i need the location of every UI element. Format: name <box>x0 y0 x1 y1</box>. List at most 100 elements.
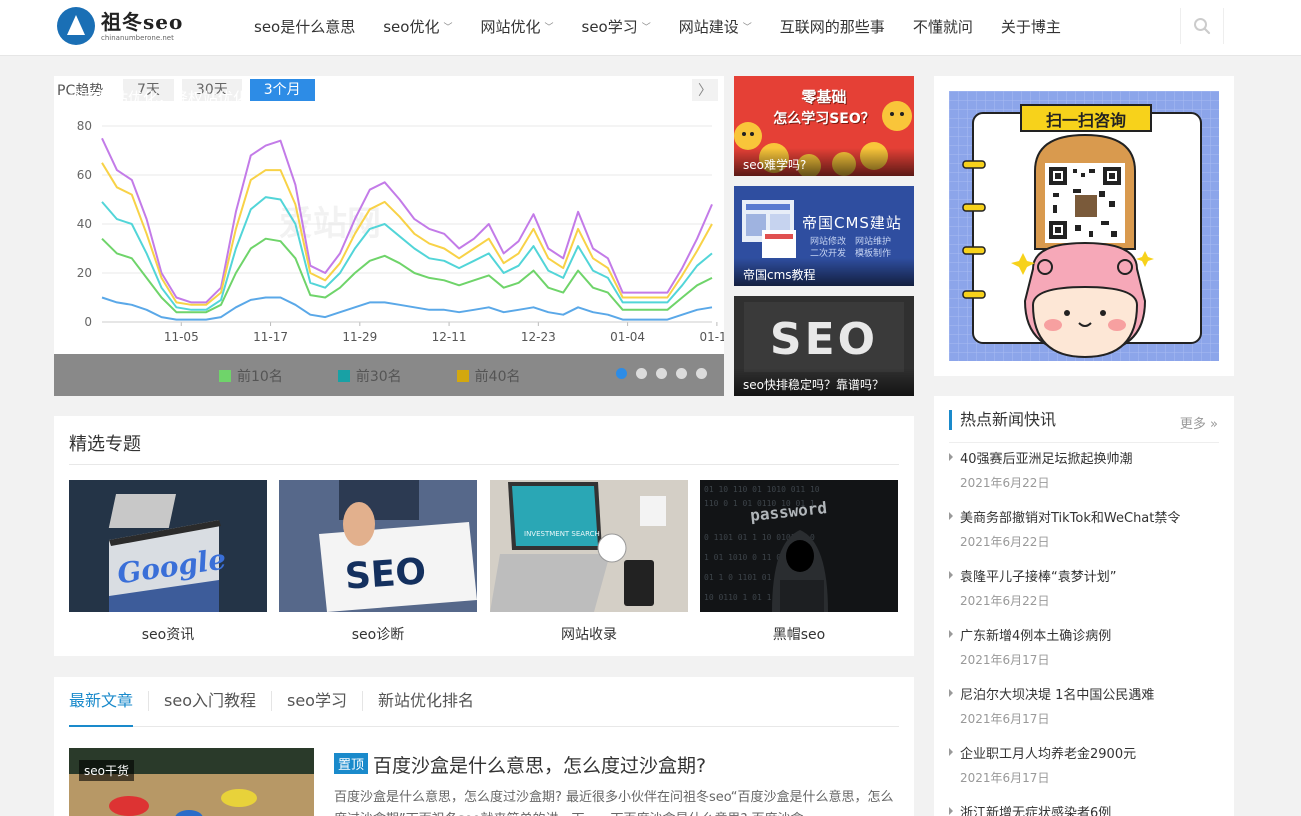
qr-background <box>949 91 1219 361</box>
nav-item-seo-learning[interactable]: seo学习 ﹀ <box>568 16 665 37</box>
article-title[interactable]: 百度沙盒是什么意思，怎么度过沙盒期? <box>373 751 706 778</box>
slider-dot-5[interactable] <box>696 368 707 379</box>
x-tick-label: 12-11 <box>432 330 467 344</box>
x-tick-label: 11-17 <box>253 330 288 344</box>
nav-item-about[interactable]: 关于博主 <box>987 16 1075 37</box>
tab-seo-learning[interactable]: seo学习 <box>272 691 363 711</box>
news-date: 2021年6月17日 <box>960 653 1050 667</box>
article-category-tag: seo干货 <box>79 760 134 781</box>
news-item[interactable]: 40强赛后亚洲足坛掀起换帅潮 2021年6月22日 <box>949 448 1219 491</box>
news-item[interactable]: 袁隆平儿子接棒“袁梦计划” 2021年6月22日 <box>949 566 1219 609</box>
news-item[interactable]: 企业职工月人均养老金2900元 2021年6月17日 <box>949 743 1219 786</box>
topic-label: 黑帽seo <box>772 627 826 643</box>
x-tick-label: 12-23 <box>521 330 556 344</box>
slider-dot-2[interactable] <box>636 368 647 379</box>
nav-item-seo-meaning[interactable]: seo是什么意思 <box>240 16 369 37</box>
chart-legend: 前10名 前30名 前40名 <box>219 366 575 386</box>
nav-item-ask[interactable]: 不懂就问 <box>899 16 987 37</box>
thumb-caption: 帝国cms教程 <box>734 258 914 286</box>
chevron-down-icon: ﹀ <box>742 22 752 33</box>
nav-item-internet[interactable]: 互联网的那些事 <box>766 16 899 37</box>
topic-art-text: INVESTMENT SEARCH <box>524 530 600 538</box>
news-date: 2021年6月17日 <box>960 771 1050 785</box>
news-headline[interactable]: 40强赛后亚洲足坛掀起换帅潮 <box>949 448 1219 467</box>
y-tick-label: 60 <box>77 168 92 182</box>
nav-item-site-optimization[interactable]: 网站优化 ﹀ <box>466 16 567 37</box>
qr-title: 扫一扫咨询 <box>1045 111 1126 130</box>
nav-item-seo-optimization[interactable]: seo优化 ﹀ <box>369 16 466 37</box>
article-excerpt: 百度沙盒是什么意思，怎么度过沙盒期? 最近很多小伙伴在问祖冬seo“百度沙盒是什… <box>334 790 894 816</box>
tab-latest[interactable]: 最新文章 <box>69 691 150 711</box>
qr-widget: 扫一扫咨询 <box>934 76 1234 376</box>
range-3-months: 3个月 <box>249 79 315 101</box>
thumb-headline: 零基础 <box>801 88 847 106</box>
topic-image: Google <box>69 480 267 612</box>
site-logo[interactable]: 祖冬seo chinanumberone.net <box>57 5 197 47</box>
featured-topics: 精选专题 Google seo资讯 SEO seo诊断 INVESTMENT S… <box>54 416 914 656</box>
trend-chart: 0 20 40 60 80 11-05 11-17 11-29 12-11 12-23 01-04 0… <box>77 119 724 344</box>
tab-new-site-ranking[interactable]: 新站优化排名 <box>363 691 489 711</box>
article-thumbnail[interactable]: seo干货 <box>69 748 314 816</box>
slider-dot-4[interactable] <box>676 368 687 379</box>
article-tabs: 最新文章 seo入门教程 seo学习 新站优化排名 <box>69 691 489 711</box>
topic-label: seo资讯 <box>141 627 195 643</box>
x-tick-label: 11-05 <box>164 330 199 344</box>
topic-image: SEO <box>279 480 477 612</box>
pinned-badge: 置顶 <box>334 753 369 774</box>
topic-image: 01 10 110 01 1010 011 10 110 0 1 01 0110… <box>700 480 898 612</box>
series-line-1 <box>101 137 713 304</box>
slider-dot-1[interactable] <box>616 368 627 379</box>
side-thumb-seo-quick[interactable]: SEO seo快排稳定吗？靠谱吗？ <box>734 296 914 396</box>
hot-news-widget: 热点新闻快讯 更多 » 40强赛后亚洲足坛掀起换帅潮 2021年6月22日 美商… <box>934 396 1234 816</box>
side-thumb-seo-hard[interactable]: 零基础 怎么学习SEO？ seo难学吗? <box>734 76 914 176</box>
news-more-link[interactable]: 更多 » <box>1180 413 1218 432</box>
chevron-down-icon: ﹀ <box>641 22 651 33</box>
legend-top10: 前10名 <box>219 366 283 386</box>
side-thumb-empire-cms[interactable]: 帝国CMS建站 网站修改 网站维护 二次开发 模板制作 帝国cms教程 <box>734 186 914 286</box>
y-tick-label: 20 <box>77 266 92 280</box>
y-tick-label: 0 <box>84 315 92 329</box>
news-date: 2021年6月22日 <box>960 535 1050 549</box>
news-headline[interactable]: 尼泊尔大坝决堤 1名中国公民遇难 <box>949 684 1219 703</box>
news-headline[interactable]: 袁隆平儿子接棒“袁梦计划” <box>949 566 1219 585</box>
thumb-caption: seo快排稳定吗？靠谱吗？ <box>734 368 914 396</box>
latest-articles: 最新文章 seo入门教程 seo学习 新站优化排名 seo干货 置顶 百度沙盒是… <box>54 677 914 816</box>
news-headline[interactable]: 美商务部撤销对TikTok和WeChat禁令 <box>949 507 1219 526</box>
logo-domain: chinanumberone.net <box>101 33 174 42</box>
series-line-2 <box>101 162 713 306</box>
x-tick-label: 01-16 <box>699 330 724 344</box>
x-tick-label: 11-29 <box>342 330 377 344</box>
legend-top40: 前40名 <box>456 366 520 386</box>
y-tick-label: 40 <box>77 217 92 231</box>
news-title: 热点新闻快讯 <box>949 410 1056 430</box>
logo-name: 祖冬seo <box>101 9 184 34</box>
news-item[interactable]: 美商务部撤销对TikTok和WeChat禁令 2021年6月22日 <box>949 507 1219 550</box>
featured-slider[interactable]: PC趋势 7天 30天 3个月 〉 爱站网 0 20 40 60 80 11-05 11-1… <box>54 76 724 396</box>
search-button[interactable] <box>1180 8 1224 44</box>
nav-item-site-building[interactable]: 网站建设 ﹀ <box>665 16 766 37</box>
news-headline[interactable]: 企业职工月人均养老金2900元 <box>949 743 1219 762</box>
topic-black-hat[interactable]: 01 10 110 01 1010 011 10 110 0 1 01 0110… <box>700 480 898 644</box>
tab-seo-intro[interactable]: seo入门教程 <box>149 691 272 711</box>
news-headline[interactable]: 浙江新增无症状感染者6例 <box>949 802 1219 816</box>
news-headline[interactable]: 广东新增4例本土确诊病例 <box>949 625 1219 644</box>
qr-illustration: 扫一扫咨询 <box>949 91 1219 361</box>
news-item[interactable]: 尼泊尔大坝决堤 1名中国公民遇难 2021年6月17日 <box>949 684 1219 727</box>
chevron-down-icon: ﹀ <box>544 22 554 33</box>
logo-mark-icon <box>57 7 95 45</box>
slider-dot-3[interactable] <box>656 368 667 379</box>
search-icon <box>1194 18 1211 35</box>
news-item[interactable]: 浙江新增无症状感染者6例 <box>949 802 1219 816</box>
topic-art-text: SEO <box>343 551 428 598</box>
news-item[interactable]: 广东新增4例本土确诊病例 2021年6月17日 <box>949 625 1219 668</box>
slider-caption[interactable]: 承接整站优化，降权站优化 <box>68 87 248 108</box>
series-line-4 <box>101 237 713 314</box>
chevron-down-icon: ﹀ <box>443 22 453 33</box>
topic-seo-diagnosis[interactable]: SEO seo诊断 <box>279 480 477 644</box>
active-tab-indicator <box>69 725 133 727</box>
topic-site-indexing[interactable]: INVESTMENT SEARCH 网站收录 <box>490 480 688 644</box>
topic-seo-news[interactable]: Google seo资讯 <box>69 480 267 644</box>
x-tick-label: 01-04 <box>610 330 645 344</box>
slider-dots <box>616 368 716 379</box>
topics-title: 精选专题 <box>69 434 141 455</box>
